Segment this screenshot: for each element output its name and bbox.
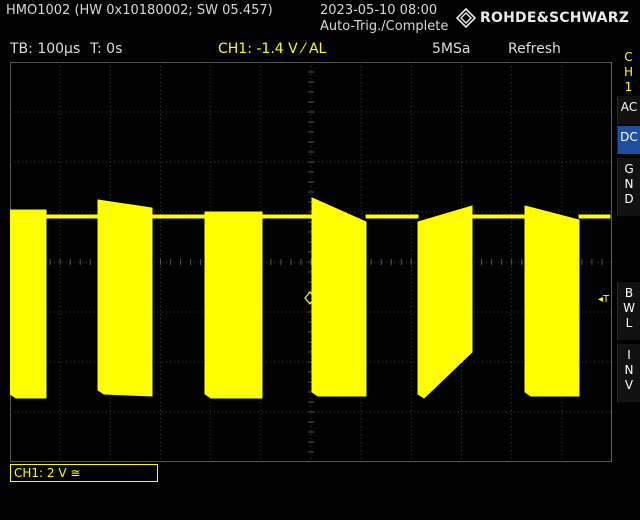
waveform-display[interactable]: 1 ◂T	[10, 62, 612, 462]
device-info: HMO1002 (HW 0x10180002; SW 05.457)	[6, 3, 273, 18]
trigger-level-marker: ◂T	[598, 294, 610, 305]
sample-rate-readout: 5MSa	[432, 41, 471, 57]
trigger-status: Auto-Trig./Complete	[320, 19, 449, 34]
invert-key[interactable]: I N V	[617, 344, 640, 402]
side-channel-label: C H 1	[617, 46, 640, 96]
coupling-gnd-key[interactable]: G N D	[617, 158, 640, 216]
coupling-ac-key[interactable]: AC	[617, 96, 640, 124]
trigger-time-readout[interactable]: T: 0s	[90, 41, 122, 57]
timebase-readout[interactable]: TB: 100µs	[10, 41, 80, 57]
brand-name: ROHDE&SCHWARZ	[480, 10, 630, 26]
brand-logo: ROHDE&SCHWARZ	[456, 8, 629, 28]
ch1-trace	[10, 197, 611, 399]
rohde-schwarz-diamond-icon	[456, 8, 476, 28]
ch1-trigger-readout[interactable]: CH1: -1.4 V ⁄ AL	[218, 41, 326, 57]
acquisition-mode-readout[interactable]: Refresh	[508, 41, 561, 57]
datetime: 2023-05-10 08:00	[320, 3, 438, 18]
coupling-dc-key[interactable]: DC	[617, 126, 640, 154]
bandwidth-limit-key[interactable]: B W L	[617, 282, 640, 340]
ch1-scale-box[interactable]: CH1: 2 V ≅	[10, 464, 158, 482]
